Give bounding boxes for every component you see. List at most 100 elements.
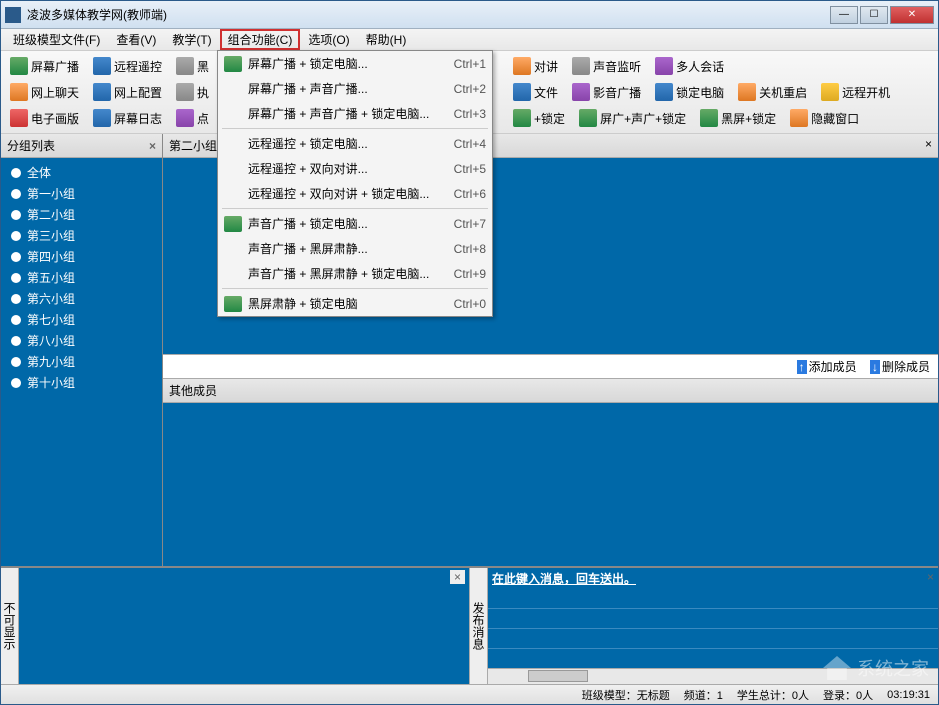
toolbar-icon	[821, 83, 839, 101]
group-list-item[interactable]: 第十小组	[1, 372, 162, 393]
menu-item-3[interactable]: 组合功能(C)	[220, 29, 301, 50]
message-row	[488, 589, 938, 609]
toolbar-button[interactable]: 对讲	[507, 54, 564, 78]
dropdown-icon	[224, 266, 242, 282]
toolbar-button[interactable]: 屏幕日志	[87, 106, 168, 130]
toolbar-button[interactable]: 屏幕广播	[4, 54, 85, 78]
dropdown-item[interactable]: 声音广播 + 锁定电脑...Ctrl+7	[218, 211, 492, 236]
group-list-item[interactable]: 第一小组	[1, 183, 162, 204]
dropdown-label: 声音广播 + 黑屏肃静 + 锁定电脑...	[248, 265, 444, 282]
group-list-item[interactable]: 第五小组	[1, 267, 162, 288]
dropdown-item[interactable]: 远程遥控 + 锁定电脑...Ctrl+4	[218, 131, 492, 156]
toolbar-label: 屏幕日志	[114, 110, 162, 127]
radio-icon	[11, 294, 21, 304]
toolbar-icon	[655, 83, 673, 101]
toolbar-icon	[700, 109, 718, 127]
maximize-button[interactable]: ☐	[860, 6, 888, 24]
watermark: 系统之家	[823, 655, 929, 681]
bottom-right-close-icon[interactable]: ×	[927, 570, 934, 584]
radio-icon	[11, 252, 21, 262]
radio-icon	[11, 210, 21, 220]
group-label: 全体	[27, 164, 51, 181]
toolbar-button[interactable]: 多人会话	[649, 54, 730, 78]
menubar: 班级模型文件(F)查看(V)教学(T)组合功能(C)选项(O)帮助(H)	[1, 29, 938, 51]
group-label: 第三小组	[27, 227, 75, 244]
dropdown-item[interactable]: 屏幕广播 + 锁定电脑...Ctrl+1	[218, 51, 492, 76]
active-tab-label[interactable]: 第二小组	[169, 137, 217, 154]
toolbar-label: 黑屏+锁定	[721, 110, 776, 127]
message-input-prompt[interactable]: 在此键入消息，回车送出。	[488, 568, 938, 589]
menu-item-5[interactable]: 帮助(H)	[358, 29, 415, 50]
group-list-item[interactable]: 第九小组	[1, 351, 162, 372]
add-member-button[interactable]: 添加成员	[797, 360, 857, 374]
toolbar-button[interactable]: 锁定电脑	[649, 80, 730, 104]
toolbar-button[interactable]: +锁定	[507, 106, 571, 130]
toolbar-button[interactable]: 执	[170, 80, 215, 104]
menu-item-0[interactable]: 班级模型文件(F)	[5, 29, 108, 50]
group-list-item[interactable]: 第八小组	[1, 330, 162, 351]
minimize-button[interactable]: —	[830, 6, 858, 24]
toolbar-button[interactable]: 屏广+声广+锁定	[573, 106, 692, 130]
toolbar-icon	[93, 83, 111, 101]
toolbar-label: +锁定	[534, 110, 565, 127]
dropdown-item[interactable]: 屏幕广播 + 声音广播 + 锁定电脑...Ctrl+3	[218, 101, 492, 126]
toolbar-button[interactable]: 黑	[170, 54, 215, 78]
toolbar-icon	[513, 109, 531, 127]
toolbar-button[interactable]: 电子画版	[4, 106, 85, 130]
toolbar-icon	[93, 109, 111, 127]
other-members-panel	[163, 403, 938, 566]
dropdown-item[interactable]: 屏幕广播 + 声音广播...Ctrl+2	[218, 76, 492, 101]
radio-icon	[11, 336, 21, 346]
dropdown-item[interactable]: 远程遥控 + 双向对讲 + 锁定电脑...Ctrl+6	[218, 181, 492, 206]
toolbar-button[interactable]: 隐藏窗口	[784, 106, 865, 130]
toolbar-icon	[513, 83, 531, 101]
toolbar-button[interactable]: 点	[170, 106, 215, 130]
dropdown-item[interactable]: 声音广播 + 黑屏肃静 + 锁定电脑...Ctrl+9	[218, 261, 492, 286]
group-list-item[interactable]: 第四小组	[1, 246, 162, 267]
group-list-item[interactable]: 第二小组	[1, 204, 162, 225]
dropdown-label: 声音广播 + 黑屏肃静...	[248, 240, 444, 257]
toolbar-label: 执	[197, 84, 209, 101]
group-list-item[interactable]: 第七小组	[1, 309, 162, 330]
toolbar-button[interactable]: 远程开机	[815, 80, 896, 104]
toolbar-button[interactable]: 网上聊天	[4, 80, 85, 104]
toolbar-icon	[176, 57, 194, 75]
dropdown-item[interactable]: 声音广播 + 黑屏肃静...Ctrl+8	[218, 236, 492, 261]
status-login: 登录：0人	[823, 687, 873, 703]
delete-member-button[interactable]: 删除成员	[870, 360, 930, 374]
group-list-item[interactable]: 第三小组	[1, 225, 162, 246]
scrollbar-thumb[interactable]	[528, 670, 588, 682]
group-list-item[interactable]: 第六小组	[1, 288, 162, 309]
app-window: 凌波多媒体教学网(教师端) — ☐ ✕ 班级模型文件(F)查看(V)教学(T)组…	[0, 0, 939, 705]
toolbar-label: 多人会话	[676, 58, 724, 75]
dropdown-shortcut: Ctrl+5	[454, 162, 486, 176]
toolbar-label: 远程开机	[842, 84, 890, 101]
sidebar-header: 分组列表 ×	[1, 134, 162, 158]
dropdown-item[interactable]: 远程遥控 + 双向对讲...Ctrl+5	[218, 156, 492, 181]
toolbar-button[interactable]: 影音广播	[566, 80, 647, 104]
bottom-left-close-icon[interactable]: ×	[450, 570, 465, 584]
tab-close-icon[interactable]: ×	[925, 137, 932, 154]
toolbar-label: 文件	[534, 84, 558, 101]
toolbar-button[interactable]: 文件	[507, 80, 564, 104]
menu-item-2[interactable]: 教学(T)	[164, 29, 219, 50]
dropdown-label: 屏幕广播 + 声音广播...	[248, 80, 444, 97]
toolbar-button[interactable]: 关机重启	[732, 80, 813, 104]
window-title: 凌波多媒体教学网(教师端)	[27, 6, 830, 23]
dropdown-icon	[224, 136, 242, 152]
menu-item-1[interactable]: 查看(V)	[108, 29, 164, 50]
radio-icon	[11, 189, 21, 199]
sidebar-close-icon[interactable]: ×	[149, 139, 156, 153]
radio-icon	[11, 378, 21, 388]
toolbar-button[interactable]: 网上配置	[87, 80, 168, 104]
toolbar-button[interactable]: 声音监听	[566, 54, 647, 78]
group-list-item[interactable]: 全体	[1, 162, 162, 183]
toolbar-button[interactable]: 黑屏+锁定	[694, 106, 782, 130]
bottom-panels: × 不可显示 × 发布消息 在此键入消息，回车送出。	[1, 566, 938, 684]
close-button[interactable]: ✕	[890, 6, 934, 24]
toolbar-button[interactable]: 远程遥控	[87, 54, 168, 78]
menu-item-4[interactable]: 选项(O)	[300, 29, 357, 50]
toolbar-label: 影音广播	[593, 84, 641, 101]
dropdown-item[interactable]: 黑屏肃静 + 锁定电脑Ctrl+0	[218, 291, 492, 316]
titlebar: 凌波多媒体教学网(教师端) — ☐ ✕	[1, 1, 938, 29]
